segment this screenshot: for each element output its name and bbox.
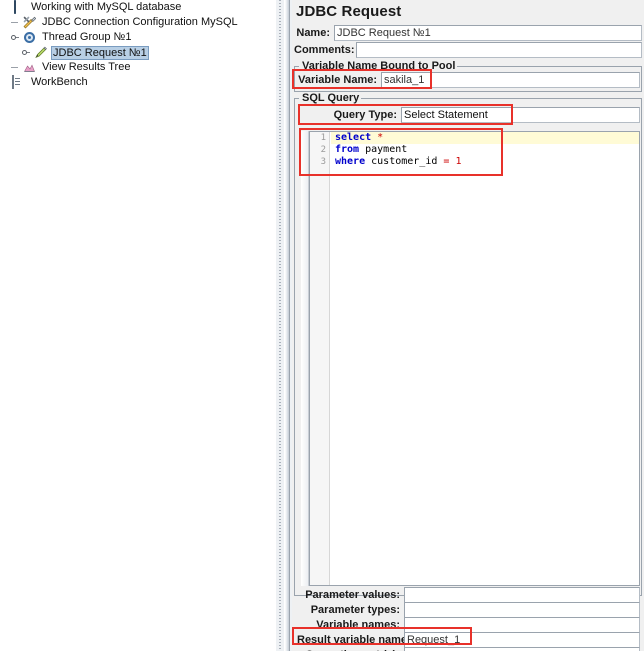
comments-label: Comments:: [294, 44, 355, 56]
sql-group-border-right-stub: [357, 98, 641, 99]
parameter-values-row: Parameter values:: [297, 587, 640, 603]
query-timeout-label: Query timeout (s):: [297, 647, 404, 651]
line-number: 1: [320, 133, 326, 143]
code-token-num: 1: [455, 156, 462, 167]
comments-input[interactable]: [356, 42, 642, 58]
jdbc-request-pencil-icon: [33, 45, 48, 60]
parameter-values-label: Parameter values:: [305, 589, 400, 601]
view-results-tree-icon: [22, 60, 37, 75]
parameter-types-row: Parameter types:: [297, 602, 640, 618]
tree-item-label[interactable]: JDBC Connection Configuration MySQL: [40, 15, 240, 30]
group-border-left-stub: [295, 66, 299, 67]
variable-names-row: Variable names:: [297, 617, 640, 633]
variable-name-row: Variable Name: sakila_1: [297, 72, 640, 88]
code-line[interactable]: from payment: [331, 144, 639, 156]
code-token-id: payment: [359, 144, 408, 155]
test-plan-tree-panel[interactable]: Working with MySQL database JDBC Connecti…: [0, 0, 276, 651]
parameter-types-label: Parameter types:: [310, 604, 400, 616]
editor-fold-strip: [301, 131, 309, 586]
line-number: 3: [320, 157, 326, 167]
tree-item-workbench[interactable]: WorkBench: [0, 75, 276, 90]
code-token-kw: where: [335, 156, 366, 167]
tree-branch-line-icon: [0, 0, 11, 15]
variable-names-input[interactable]: [404, 617, 640, 633]
tree-branch-line-icon: [11, 15, 22, 30]
code-line[interactable]: where customer_id = 1: [331, 156, 639, 168]
tree-item-jdbc-request-1[interactable]: JDBC Request №1: [0, 45, 276, 60]
code-token-kw: from: [335, 144, 360, 155]
code-token-op: *: [377, 132, 384, 143]
code-token-kw: select: [335, 132, 372, 143]
tree-item-jdbc-connection-configuration-mysql[interactable]: JDBC Connection Configuration MySQL: [0, 15, 276, 30]
result-variable-name-row: Result variable name: Request_1: [297, 632, 640, 648]
query-type-combobox[interactable]: Select Statement: [401, 107, 640, 123]
sql-group-border-left-stub: [295, 98, 299, 99]
tree-item-view-results-tree[interactable]: View Results Tree: [0, 60, 276, 75]
parameter-values-input[interactable]: [404, 587, 640, 603]
tree-branch-line-icon: [11, 60, 22, 75]
panel-splitter[interactable]: [276, 0, 292, 651]
tree-branch-line-icon: [0, 75, 11, 90]
workbench-icon: [11, 75, 26, 90]
tree-item-label[interactable]: Thread Group №1: [40, 30, 133, 45]
jdbc-config-wrench-icon: [22, 15, 37, 30]
code-token-id: customer_id: [365, 156, 444, 167]
jmeter-window: Working with MySQL database JDBC Connecti…: [0, 0, 644, 651]
name-input[interactable]: JDBC Request №1: [334, 25, 642, 41]
name-label: Name:: [296, 27, 330, 39]
tree-item-label[interactable]: JDBC Request №1: [51, 45, 149, 60]
jdbc-request-config-panel: JDBC Request Name: JDBC Request №1 Comme…: [292, 0, 644, 651]
group-border-right-stub: [443, 66, 641, 67]
parameter-types-input[interactable]: [404, 602, 640, 618]
page-title: JDBC Request: [296, 3, 402, 20]
tree-item-thread-group-1[interactable]: Thread Group №1: [0, 30, 276, 45]
tree-item-working-with-mysql-database[interactable]: Working with MySQL database: [0, 0, 276, 15]
name-row: Name: JDBC Request №1: [294, 25, 642, 41]
pool-group-title: Variable Name Bound to Pool: [300, 60, 458, 72]
query-timeout-row: Query timeout (s):: [297, 647, 640, 651]
comments-row: Comments:: [294, 42, 642, 58]
tree-expand-toggle-icon[interactable]: [22, 45, 33, 60]
query-type-label: Query Type:: [333, 109, 397, 121]
sql-group-title: SQL Query: [300, 92, 362, 104]
editor-code-area[interactable]: select * from payment where customer_id = …: [331, 132, 639, 168]
test-plan-icon: [11, 0, 26, 15]
variable-name-label: Variable Name:: [298, 74, 377, 86]
splitter-bar[interactable]: [284, 0, 290, 651]
line-number: 2: [320, 145, 326, 155]
result-variable-name-label: Result variable name:: [297, 634, 411, 646]
tree-item-label[interactable]: View Results Tree: [40, 60, 132, 75]
tree-item-label[interactable]: Working with MySQL database: [29, 0, 183, 15]
query-timeout-input[interactable]: [404, 647, 640, 651]
sql-query-editor[interactable]: 123 select * from payment where customer_i…: [309, 131, 640, 586]
variable-names-label: Variable names:: [316, 619, 400, 631]
splitter-dotted-track: [279, 0, 281, 651]
query-type-row: Query Type: Select Statement: [297, 107, 640, 123]
code-line[interactable]: select *: [331, 132, 639, 144]
editor-line-number-gutter: 1 2 3: [310, 132, 330, 585]
result-variable-name-input[interactable]: Request_1: [404, 632, 640, 648]
tree-expand-toggle-icon[interactable]: [11, 30, 22, 45]
thread-group-icon: [22, 30, 37, 45]
variable-name-input[interactable]: sakila_1: [381, 72, 640, 88]
tree-item-label[interactable]: WorkBench: [29, 75, 90, 90]
